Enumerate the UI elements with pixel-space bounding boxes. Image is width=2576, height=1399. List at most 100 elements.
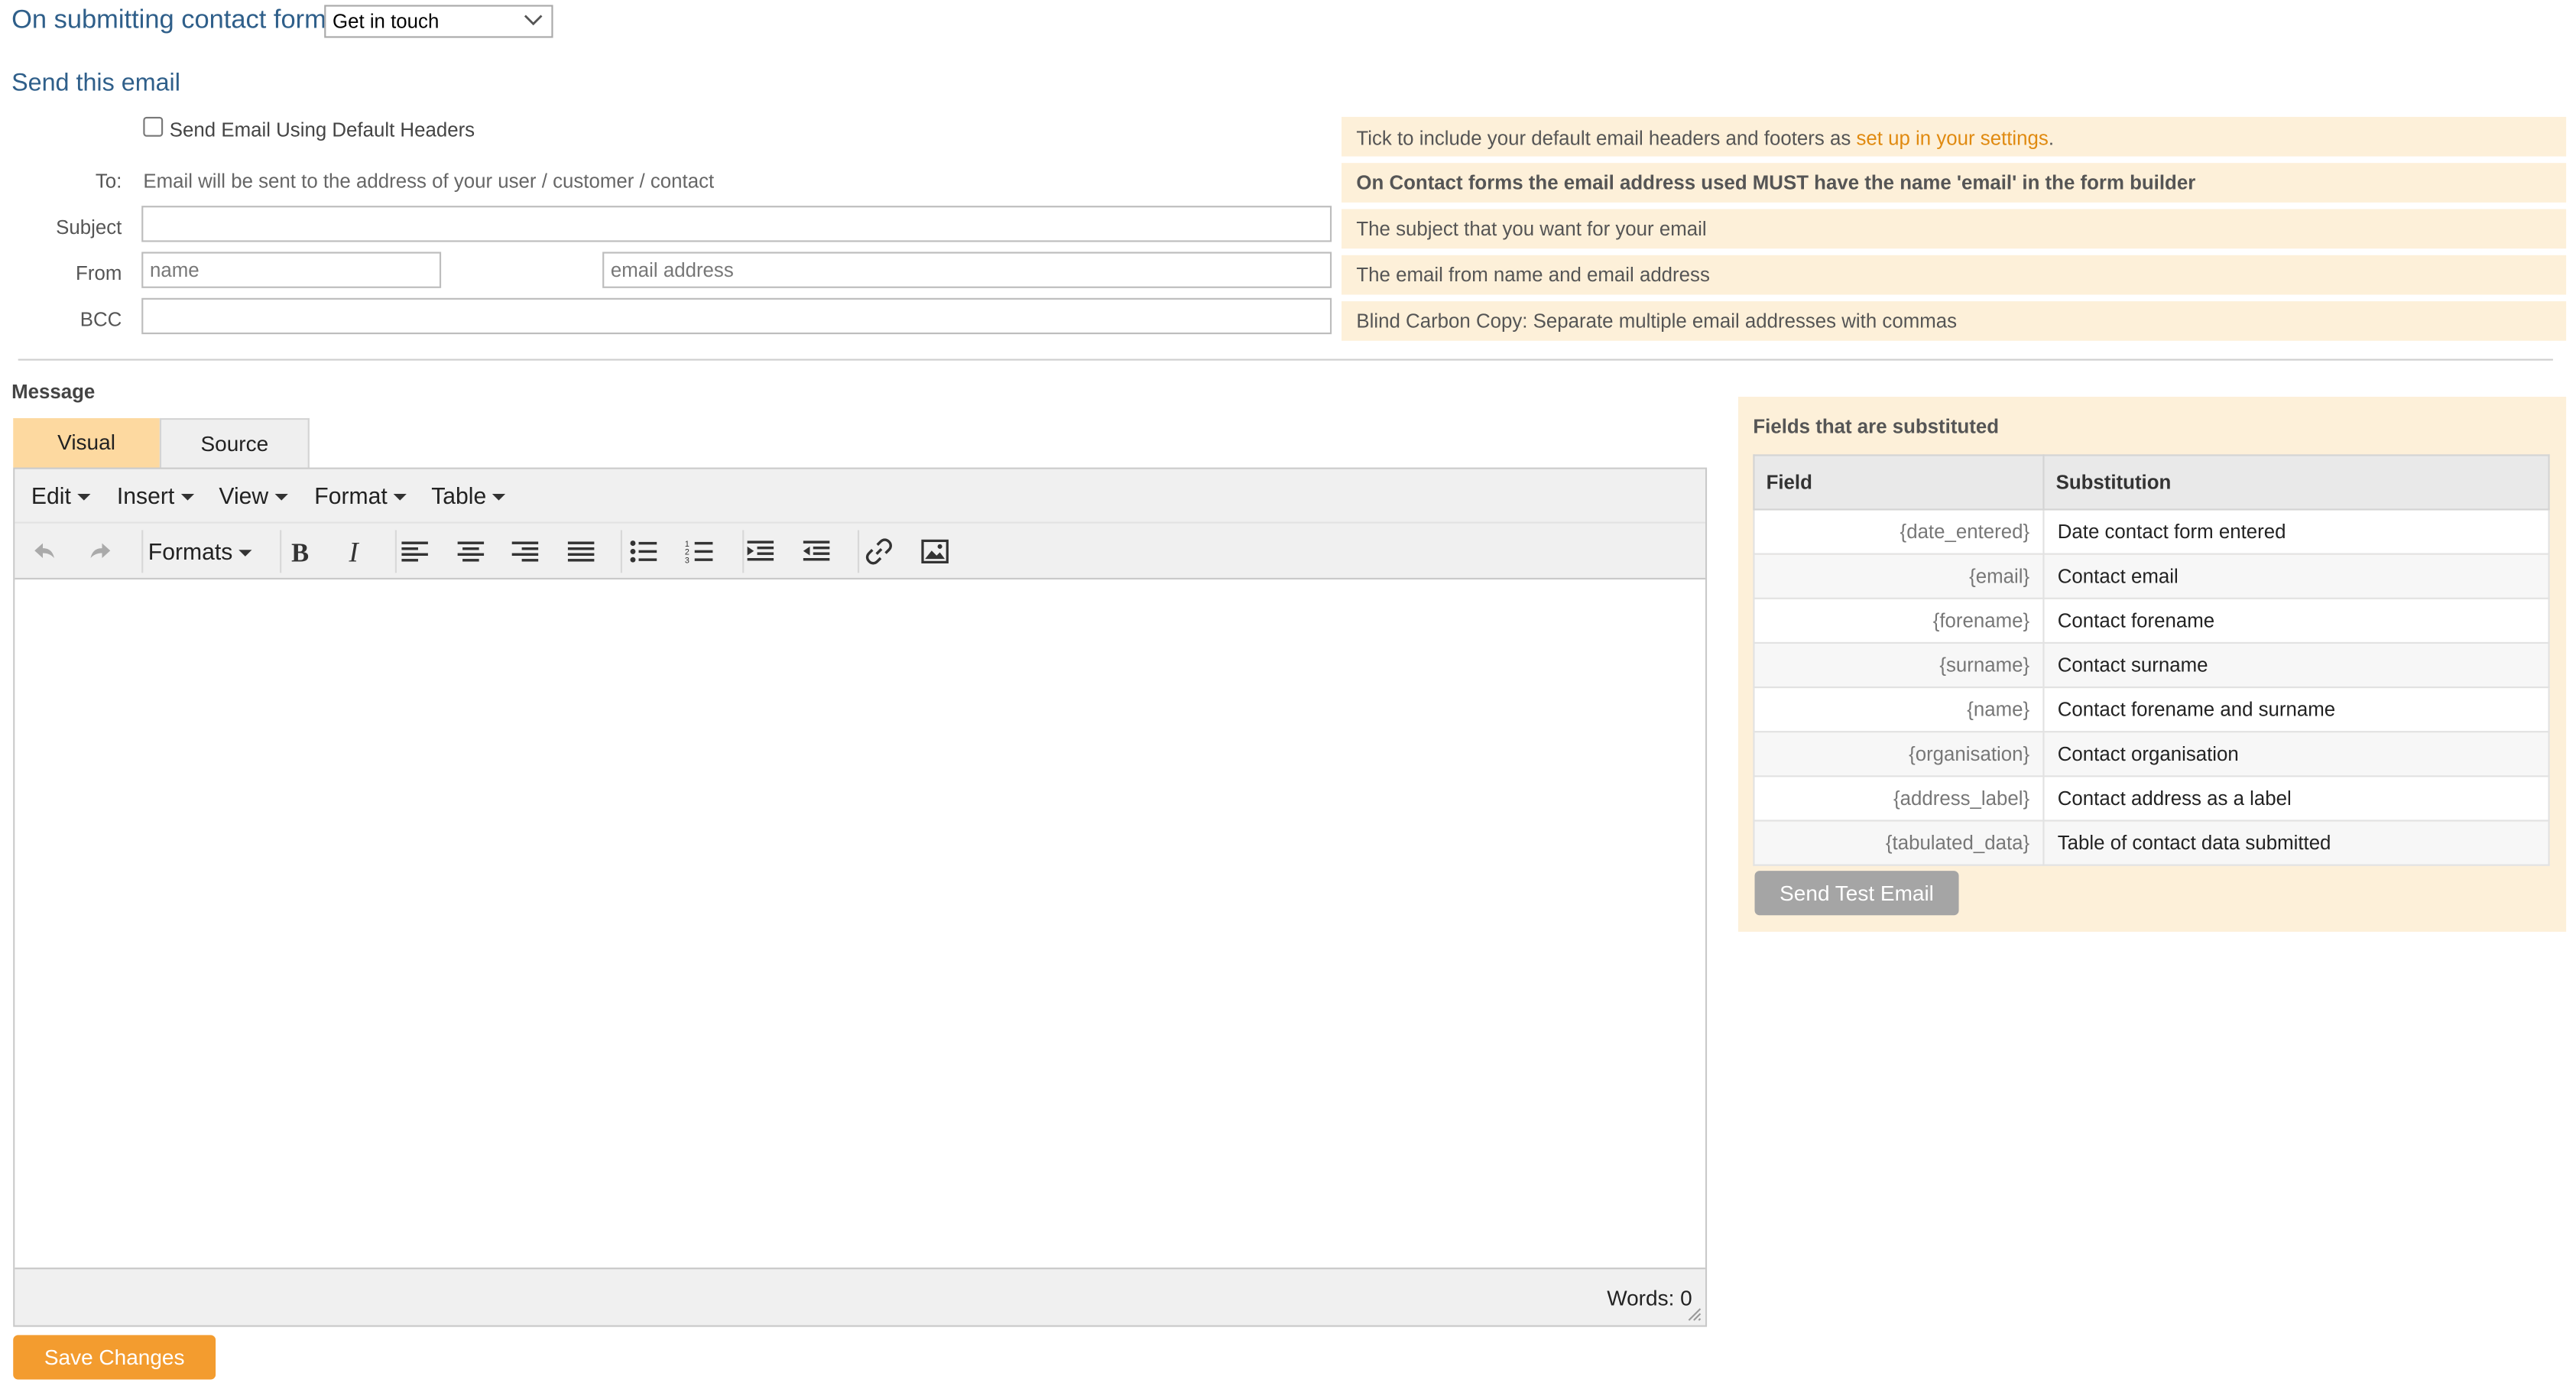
menu-view[interactable]: View <box>219 482 289 508</box>
hint-headers: Tick to include your default email heade… <box>1342 116 2567 157</box>
hint-bcc: Blind Carbon Copy: Separate multiple ema… <box>1342 301 2567 341</box>
resize-handle-icon[interactable] <box>1687 1307 1702 1322</box>
from-label: From <box>76 261 122 285</box>
toolbar-separator <box>857 530 860 573</box>
bcc-input[interactable] <box>141 297 1332 335</box>
editor-toolbar: Formats B I 1 2 3 <box>15 523 1705 579</box>
settings-link[interactable]: set up in your settings <box>1856 127 2048 150</box>
menu-table[interactable]: Table <box>431 482 507 508</box>
table-row: {name} Contact forename and surname <box>1753 686 2550 733</box>
menu-edit[interactable]: Edit <box>31 482 91 508</box>
caret-down-icon <box>238 550 253 557</box>
trigger-label: On submitting contact form: <box>11 6 334 35</box>
substitution-table: Field Substitution {date_entered} Date co… <box>1753 454 2550 866</box>
substitution-cell: Contact surname <box>2042 641 2550 689</box>
editor-menubar: Edit Insert View Format Table <box>15 469 1705 524</box>
bullet-list-icon[interactable] <box>629 537 662 566</box>
menu-insert[interactable]: Insert <box>117 482 195 508</box>
image-icon[interactable] <box>920 537 953 566</box>
substitution-cell: Contact address as a label <box>2042 775 2550 822</box>
numbered-list-icon[interactable]: 123 <box>685 537 718 566</box>
hint-headers-suffix: . <box>2048 126 2055 150</box>
redo-icon[interactable] <box>86 537 118 566</box>
default-headers-label: Send Email Using Default Headers <box>169 118 475 142</box>
from-name-input[interactable] <box>141 252 442 288</box>
substitution-cell: Table of contact data submitted <box>2042 820 2550 866</box>
caret-down-icon <box>492 494 507 501</box>
substitution-cell: Contact forename <box>2042 597 2550 644</box>
table-row: {surname} Contact surname <box>1753 641 2550 689</box>
table-row: {forename} Contact forename <box>1753 597 2550 644</box>
table-row: {organisation} Contact organisation <box>1753 731 2550 777</box>
formats-dropdown[interactable]: Formats <box>148 538 253 565</box>
column-header-substitution: Substitution <box>2042 454 2550 511</box>
field-cell: {email} <box>1753 553 2045 599</box>
table-header-row: Field Substitution <box>1753 454 2550 511</box>
svg-text:I: I <box>349 537 360 566</box>
field-cell: {forename} <box>1753 597 2045 644</box>
formats-label: Formats <box>148 538 233 565</box>
tab-source[interactable]: Source <box>159 417 310 468</box>
substitution-panel-title: Fields that are substituted <box>1753 414 2000 438</box>
field-cell: {address_label} <box>1753 775 2045 822</box>
hint-from: The email from name and email address <box>1342 255 2567 295</box>
editor-content-area[interactable] <box>15 581 1705 1270</box>
outdent-icon[interactable] <box>745 537 778 566</box>
caret-down-icon <box>77 494 91 501</box>
substitution-panel: Fields that are substituted Field Substi… <box>1737 396 2567 932</box>
field-cell: {tabulated_data} <box>1753 820 2045 866</box>
section-title: Send this email <box>11 69 180 98</box>
substitution-cell: Contact organisation <box>2042 731 2550 777</box>
section-divider <box>18 359 2553 361</box>
align-left-icon[interactable] <box>400 537 433 566</box>
chevron-down-icon <box>524 10 543 30</box>
message-label: Message <box>11 380 96 404</box>
send-test-email-button[interactable]: Send Test Email <box>1754 871 1959 916</box>
hint-to: On Contact forms the email address used … <box>1342 163 2567 203</box>
menu-format[interactable]: Format <box>314 482 407 508</box>
trigger-select[interactable]: Get in touch <box>324 5 553 38</box>
substitution-cell: Contact email <box>2042 553 2550 599</box>
menu-edit-label: Edit <box>31 482 71 509</box>
subject-input[interactable] <box>141 206 1332 242</box>
table-row: {tabulated_data} Table of contact data su… <box>1753 820 2550 866</box>
rich-text-editor: Edit Insert View Format Table Formats B … <box>13 467 1708 1327</box>
caret-down-icon <box>274 494 289 501</box>
toolbar-separator <box>620 530 622 573</box>
indent-icon[interactable] <box>802 537 835 566</box>
align-center-icon[interactable] <box>456 537 488 566</box>
toolbar-separator <box>394 530 397 573</box>
hint-subject: The subject that you want for your email <box>1342 209 2567 249</box>
undo-icon[interactable] <box>30 537 63 566</box>
field-cell: {organisation} <box>1753 731 2045 777</box>
to-label: To: <box>95 169 122 193</box>
to-text: Email will be sent to the address of you… <box>143 169 715 193</box>
field-cell: {date_entered} <box>1753 508 2045 555</box>
email-settings-page: On submitting contact form: Get in touch… <box>0 0 2576 1399</box>
align-justify-icon[interactable] <box>566 537 599 566</box>
subject-label: Subject <box>56 216 122 239</box>
italic-icon[interactable]: I <box>339 537 372 566</box>
bold-icon[interactable]: B <box>283 537 316 566</box>
field-cell: {surname} <box>1753 641 2045 689</box>
align-right-icon[interactable] <box>511 537 543 566</box>
substitution-cell: Contact forename and surname <box>2042 686 2550 733</box>
word-count: Words: 0 <box>1607 1285 1692 1311</box>
link-icon[interactable] <box>865 537 897 566</box>
caret-down-icon <box>394 494 407 501</box>
field-cell: {name} <box>1753 686 2045 733</box>
caret-down-icon <box>180 494 195 501</box>
bcc-label: BCC <box>79 307 122 331</box>
default-headers-checkbox[interactable] <box>143 116 164 137</box>
from-email-input[interactable] <box>602 252 1332 288</box>
toolbar-separator <box>280 530 282 573</box>
svg-text:3: 3 <box>685 556 689 565</box>
editor-statusbar: Words: 0 <box>15 1268 1705 1326</box>
toolbar-separator <box>742 530 745 573</box>
save-changes-button[interactable]: Save Changes <box>13 1335 216 1380</box>
hint-headers-prefix: Tick to include your default email heade… <box>1356 126 1857 150</box>
tab-visual[interactable]: Visual <box>13 417 160 468</box>
column-header-field: Field <box>1753 454 2045 511</box>
toolbar-separator <box>141 530 144 573</box>
table-row: {address_label} Contact address as a labe… <box>1753 775 2550 822</box>
